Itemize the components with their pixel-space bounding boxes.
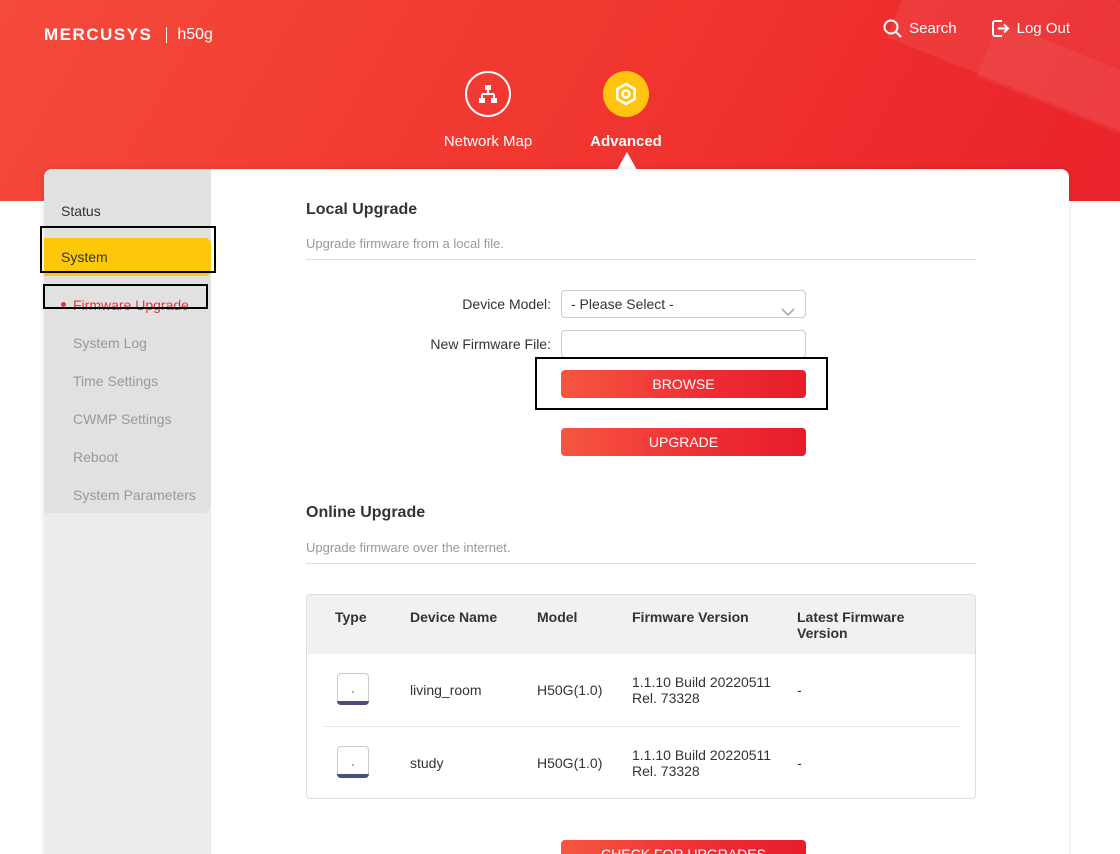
- sidebar-item-firmware-upgrade[interactable]: Firmware Upgrade: [44, 286, 211, 324]
- table-row: living_room H50G(1.0) 1.1.10 Build 20220…: [325, 654, 959, 727]
- brand-name: MERCUSYS: [44, 25, 153, 44]
- local-upgrade-title: Local Upgrade: [306, 201, 418, 218]
- search-label: Search: [909, 20, 957, 37]
- firmware-version-cell: 1.1.10 Build 20220511 Rel. 73328: [632, 747, 771, 779]
- logout-icon: [991, 19, 1010, 38]
- nav-active-pointer: [617, 152, 637, 170]
- nav-advanced-label: Advanced: [590, 133, 662, 150]
- local-upgrade-description: Upgrade firmware from a local file.: [306, 236, 504, 251]
- device-name-cell: study: [410, 755, 444, 771]
- firmware-version-cell: 1.1.10 Build 20220511 Rel. 73328: [632, 674, 771, 706]
- section-divider: [306, 259, 976, 260]
- column-header-device-name: Device Name: [410, 609, 498, 625]
- firmware-version-line: 1.1.10 Build 20220511: [632, 747, 772, 763]
- mesh-unit-icon: [337, 746, 369, 778]
- sidebar-item-status[interactable]: Status: [44, 203, 211, 221]
- table-row: study H50G(1.0) 1.1.10 Build 20220511 Re…: [325, 727, 959, 798]
- model-cell: H50G(1.0): [537, 755, 603, 771]
- sidebar-item-time-settings[interactable]: Time Settings: [44, 362, 211, 400]
- latest-firmware-cell: -: [797, 682, 802, 698]
- column-header-firmware-version: Firmware Version: [632, 609, 749, 625]
- sidebar-submenu: Firmware Upgrade System Log Time Setting…: [44, 286, 211, 514]
- firmware-file-label: New Firmware File:: [430, 336, 551, 352]
- top-actions: Search Log Out: [883, 19, 1070, 38]
- search-icon: [883, 19, 902, 38]
- check-for-upgrades-button[interactable]: CHECK FOR UPGRADES: [561, 840, 806, 854]
- nav-advanced[interactable]: Advanced: [566, 71, 686, 150]
- firmware-release-line: Rel. 73328: [632, 763, 700, 779]
- column-header-type: Type: [335, 609, 367, 625]
- gear-icon: [603, 71, 649, 117]
- firmware-file-input[interactable]: [561, 330, 806, 358]
- logout-label: Log Out: [1016, 20, 1070, 37]
- firmware-release-line: Rel. 73328: [632, 690, 700, 706]
- sidebar: Status System Firmware Upgrade System Lo…: [44, 169, 211, 854]
- search-button[interactable]: Search: [883, 19, 957, 38]
- content-card: Status System Firmware Upgrade System Lo…: [44, 169, 1069, 854]
- nav-network-map-label: Network Map: [443, 133, 533, 150]
- logo-separator: [166, 27, 168, 43]
- logout-button[interactable]: Log Out: [991, 19, 1070, 38]
- logo: MERCUSYS h50g: [44, 25, 213, 45]
- sidebar-item-reboot[interactable]: Reboot: [44, 438, 211, 476]
- online-upgrade-title: Online Upgrade: [306, 504, 426, 521]
- nav-network-map[interactable]: Network Map: [428, 71, 548, 150]
- sidebar-item-cwmp-settings[interactable]: CWMP Settings: [44, 400, 211, 438]
- device-table: Type Device Name Model Firmware Version …: [306, 594, 976, 799]
- column-header-latest-firmware-version: Latest Firmware Version: [797, 609, 905, 641]
- sidebar-item-system-log[interactable]: System Log: [44, 324, 211, 362]
- latest-firmware-cell: -: [797, 755, 802, 771]
- firmware-version-line: 1.1.10 Build 20220511: [632, 674, 772, 690]
- model-cell: H50G(1.0): [537, 682, 603, 698]
- sidebar-item-system-parameters[interactable]: System Parameters: [44, 476, 211, 514]
- device-model-label: Device Model:: [462, 296, 551, 312]
- chevron-down-icon: [781, 299, 795, 325]
- device-model-value: - Please Select -: [571, 296, 674, 312]
- device-model-select[interactable]: - Please Select -: [561, 290, 806, 318]
- browse-button[interactable]: BROWSE: [561, 370, 806, 398]
- column-header-model: Model: [537, 609, 578, 625]
- upgrade-button[interactable]: UPGRADE: [561, 428, 806, 456]
- mesh-unit-icon: [337, 673, 369, 705]
- sidebar-item-system[interactable]: System: [44, 238, 211, 276]
- network-map-icon: [465, 71, 511, 117]
- table-header: Type Device Name Model Firmware Version …: [307, 595, 975, 654]
- model-name: h50g: [177, 26, 213, 43]
- device-name-cell: living_room: [410, 682, 482, 698]
- section-divider: [306, 563, 976, 564]
- sidebar-menu: Status System Firmware Upgrade System Lo…: [44, 169, 211, 513]
- online-upgrade-description: Upgrade firmware over the internet.: [306, 540, 511, 555]
